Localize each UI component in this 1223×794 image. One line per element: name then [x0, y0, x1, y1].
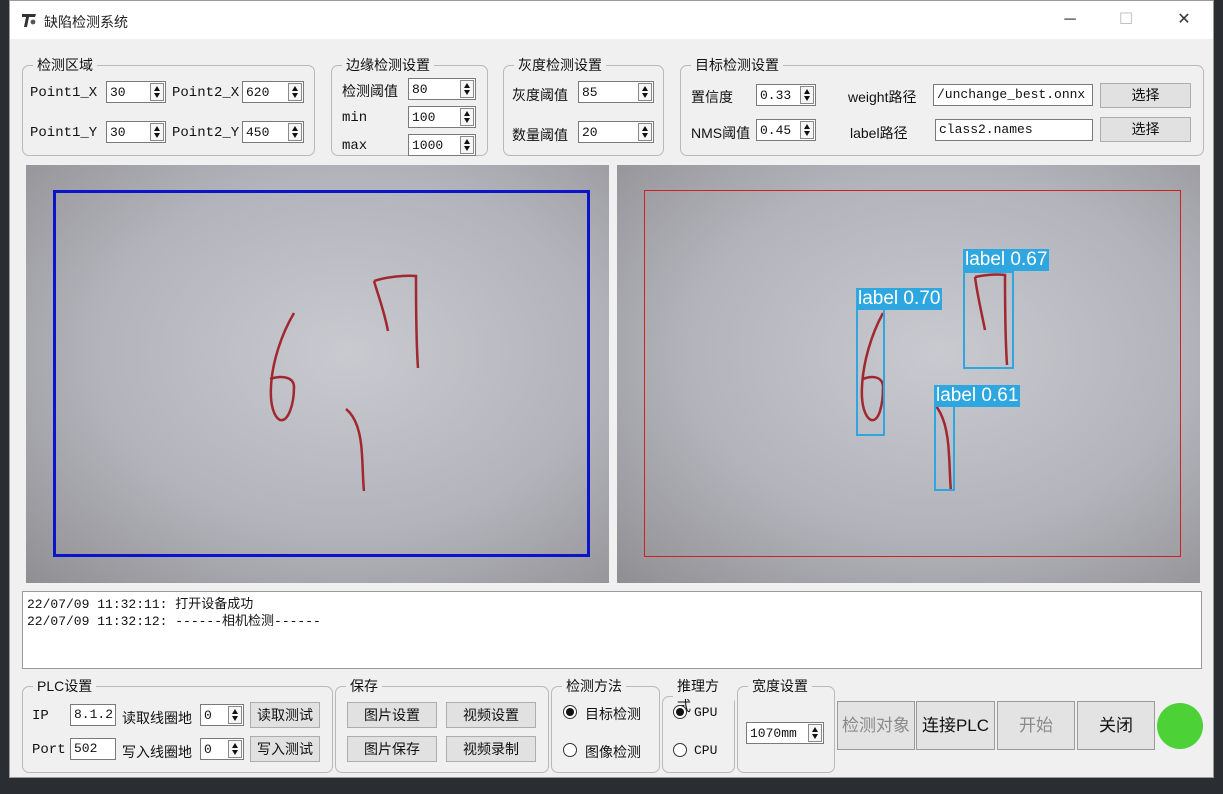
read-coil-label: 读取线圈地 [122, 710, 192, 726]
target-legend: 目标检测设置 [695, 57, 779, 73]
maximize-button[interactable]: ☐ [1106, 7, 1146, 33]
read-coil-spinbox[interactable]: 0 [200, 704, 244, 726]
edge-threshold-spinbox[interactable]: 80 [408, 78, 476, 100]
ip-label: IP [32, 708, 49, 724]
port-input[interactable]: 502 [70, 738, 116, 760]
status-indicator [1157, 703, 1203, 749]
detection-box [856, 308, 885, 436]
count-threshold-spinbox[interactable]: 20 [578, 121, 654, 143]
detection-label: label 0.70 [856, 288, 943, 310]
confidence-label: 置信度 [691, 89, 733, 105]
plc-legend: PLC设置 [37, 678, 93, 694]
point2-x-label: Point2_X [172, 85, 240, 101]
minimize-button[interactable]: ─ [1050, 7, 1090, 33]
video-record-button[interactable]: 视频录制 [446, 736, 536, 762]
method-image-radio[interactable] [563, 743, 577, 757]
label-path-label: label路径 [850, 125, 908, 141]
write-coil-spinbox[interactable]: 0 [200, 738, 244, 760]
width-spinbox[interactable]: 1070mm [746, 722, 824, 744]
edge-max-label: max [342, 138, 368, 154]
label-path-input[interactable]: class2.names [935, 119, 1093, 141]
inference-cpu-label[interactable]: CPU [694, 743, 717, 758]
video-settings-button[interactable]: 视频设置 [446, 702, 536, 728]
edge-max-spinbox[interactable]: 1000 [408, 134, 476, 156]
inference-cpu-radio[interactable] [673, 743, 687, 757]
detect-object-button[interactable]: 检测对象 [837, 701, 915, 750]
inference-gpu-radio[interactable] [673, 705, 687, 719]
point2-x-spinbox[interactable]: 620 [242, 81, 304, 103]
log-line: 22/07/09 11:32:12: ------相机检测------ [27, 614, 321, 629]
choose-label-button[interactable]: 选择 [1100, 117, 1191, 142]
point2-y-label: Point2_Y [172, 125, 240, 141]
inference-group: 推理方式 [662, 676, 735, 773]
point1-x-spinbox[interactable]: 30 [106, 81, 166, 103]
save-legend: 保存 [350, 678, 378, 694]
nms-label: NMS阈值 [691, 125, 751, 141]
log-output[interactable]: 22/07/09 11:32:11: 打开设备成功 22/07/09 11:32… [22, 591, 1202, 669]
handwritten-digits-detected [860, 273, 1009, 492]
start-button[interactable]: 开始 [997, 701, 1075, 750]
width-legend: 宽度设置 [752, 678, 808, 694]
count-threshold-label: 数量阈值 [512, 127, 568, 143]
weight-path-label: weight路径 [848, 89, 917, 105]
confidence-spinbox[interactable]: 0.33 [756, 84, 816, 106]
image-save-button[interactable]: 图片保存 [347, 736, 437, 762]
point1-x-label: Point1_X [30, 85, 98, 101]
image-settings-button[interactable]: 图片设置 [347, 702, 437, 728]
app-window: 缺陷检测系统 ─ ☐ ✕ 检测区域 Point1_X 30 Point2_X 6… [9, 0, 1214, 778]
method-target-radio[interactable] [563, 705, 577, 719]
gray-threshold-label: 灰度阈值 [512, 87, 568, 103]
window-title: 缺陷检测系统 [44, 14, 128, 30]
camera-view-detection: label 0.67 label 0.70 label 0.61 [617, 165, 1200, 583]
method-target-label[interactable]: 目标检测 [585, 704, 641, 724]
gray-threshold-spinbox[interactable]: 85 [578, 81, 654, 103]
port-label: Port [32, 742, 66, 758]
camera-view-original [26, 165, 609, 583]
edge-min-spinbox[interactable]: 100 [408, 106, 476, 128]
method-legend: 检测方法 [566, 678, 622, 694]
write-test-button[interactable]: 写入测试 [250, 736, 320, 762]
handwritten-digits [269, 274, 420, 492]
detection-box [963, 271, 1014, 369]
edge-threshold-label: 检测阈值 [342, 83, 398, 99]
close-button[interactable]: 关闭 [1077, 701, 1155, 750]
close-window-button[interactable]: ✕ [1164, 7, 1204, 33]
point2-y-spinbox[interactable]: 450 [242, 121, 304, 143]
read-test-button[interactable]: 读取测试 [250, 702, 320, 728]
edge-legend: 边缘检测设置 [346, 57, 430, 73]
detection-box [934, 405, 955, 491]
detection-label: label 0.67 [963, 249, 1050, 271]
point1-y-spinbox[interactable]: 30 [106, 121, 166, 143]
title-bar: 缺陷检测系统 ─ ☐ ✕ [10, 1, 1213, 39]
gray-legend: 灰度检测设置 [518, 57, 602, 73]
inference-gpu-label[interactable]: GPU [694, 705, 717, 720]
log-line: 22/07/09 11:32:11: 打开设备成功 [27, 597, 254, 612]
point1-y-label: Point1_Y [30, 125, 98, 141]
choose-weight-button[interactable]: 选择 [1100, 83, 1191, 108]
method-image-label[interactable]: 图像检测 [585, 742, 641, 762]
nms-spinbox[interactable]: 0.45 [756, 119, 816, 141]
connect-plc-button[interactable]: 连接PLC [916, 701, 995, 750]
region-legend: 检测区域 [37, 57, 93, 73]
write-coil-label: 写入线圈地 [122, 744, 192, 760]
weight-path-input[interactable]: /unchange_best.onnx [933, 84, 1093, 106]
app-logo-icon [22, 14, 36, 27]
ip-input[interactable]: 8.1.2 [70, 704, 116, 726]
detection-label: label 0.61 [934, 385, 1021, 407]
edge-min-label: min [342, 110, 368, 126]
